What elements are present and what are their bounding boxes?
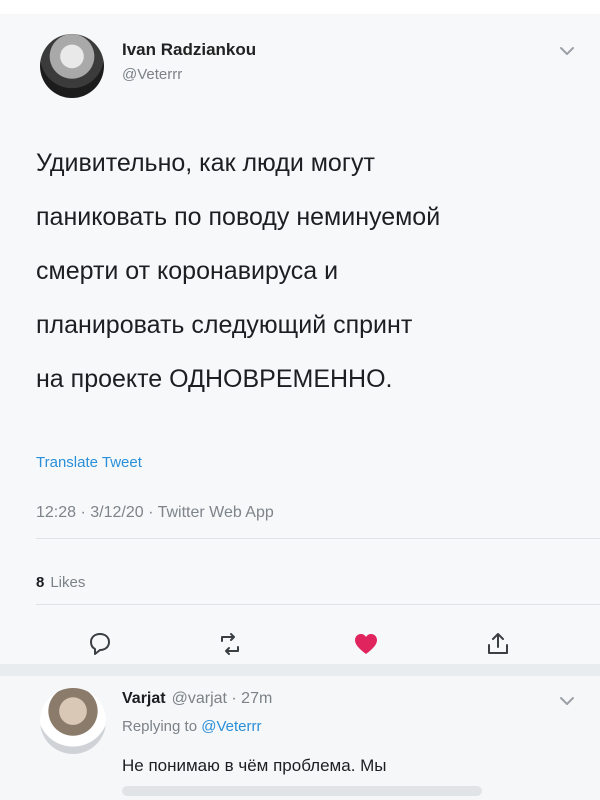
reply-card[interactable]: Varjat @varjat · 27m Replying to @Veterrr…: [0, 676, 600, 800]
translate-link[interactable]: Translate Tweet: [36, 454, 142, 471]
reply-text: Не понимаю в чём проблема. Мы: [122, 756, 387, 775]
replying-to: Replying to @Veterrr: [122, 718, 261, 735]
replying-prefix: Replying to: [122, 718, 198, 735]
comment-icon[interactable]: [86, 630, 114, 658]
heart-icon[interactable]: [352, 630, 380, 658]
reply-header: Varjat @varjat · 27m: [122, 690, 272, 708]
tweet-meta: 12:28 · 3/12/20 · Twitter Web App: [36, 504, 274, 521]
chevron-down-icon[interactable]: [558, 42, 576, 60]
divider: [36, 538, 600, 539]
replying-to-link[interactable]: @Veterrr: [201, 718, 261, 735]
tweet-line: планировать следующий спринт: [36, 311, 413, 339]
tweet-card: Ivan Radziankou @Veterrr Удивительно, ка…: [0, 14, 600, 664]
author-name[interactable]: Ivan Radziankou: [122, 40, 256, 60]
likes-label: Likes: [50, 574, 86, 591]
tweet-line: на проекте ОДНОВРЕМЕННО.: [36, 365, 393, 393]
tweet-text: Удивительно, как люди могут паниковать п…: [36, 136, 576, 406]
separator: [0, 664, 600, 676]
divider: [36, 604, 600, 605]
likes-count: 8: [36, 574, 45, 591]
tweet-line: паниковать по поводу неминуемой: [36, 203, 441, 231]
likes-summary[interactable]: 8 Likes: [36, 574, 85, 591]
retweet-icon[interactable]: [216, 630, 244, 658]
top-strip: [0, 0, 600, 14]
reply-handle-time: @varjat · 27m: [171, 690, 273, 707]
tweet-line: смерти от коронавируса и: [36, 257, 339, 285]
avatar[interactable]: [40, 34, 104, 98]
avatar[interactable]: [40, 688, 106, 754]
cut-off-line: [122, 786, 482, 796]
chevron-down-icon[interactable]: [558, 692, 576, 710]
reply-author-name[interactable]: Varjat: [122, 690, 166, 707]
tweet-line: Удивительно, как люди могут: [36, 149, 375, 177]
author-handle[interactable]: @Veterrr: [122, 66, 182, 83]
share-icon[interactable]: [484, 630, 512, 658]
